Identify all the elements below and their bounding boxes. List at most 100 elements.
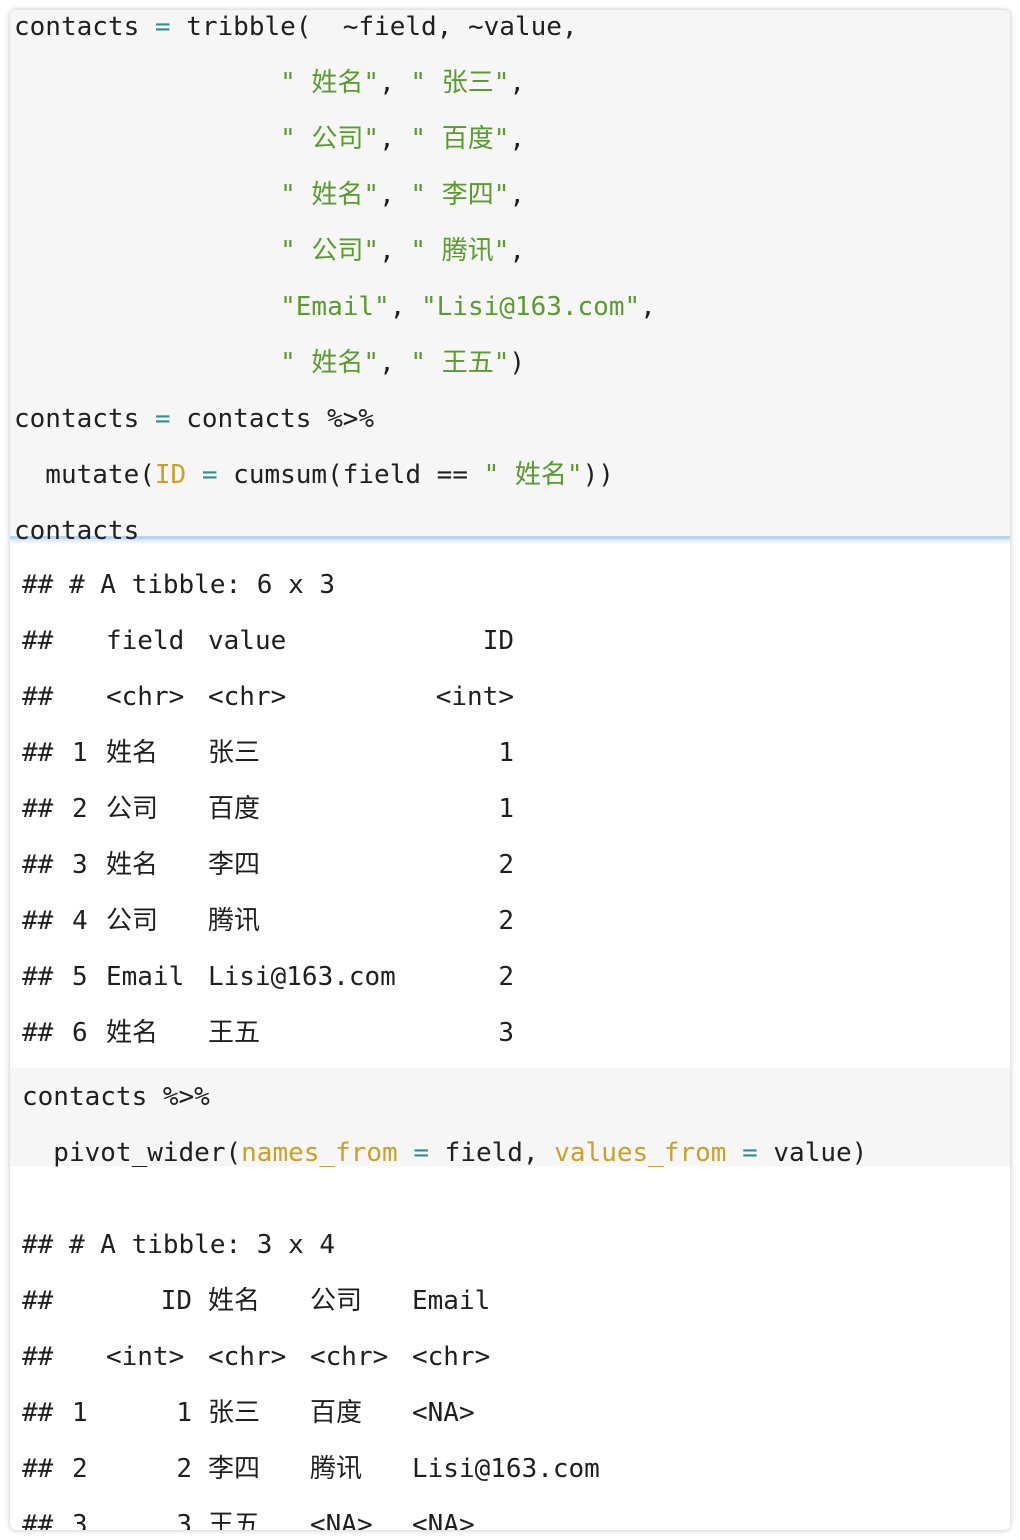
- output-type-row: ## <int> <chr> <chr> <chr>: [10, 1340, 1010, 1374]
- code-token: ,: [379, 68, 411, 98]
- cell-company: 百度: [310, 1398, 363, 1428]
- column-type-name: <chr>: [208, 1342, 287, 1372]
- column-header-id: ID: [160, 1286, 192, 1316]
- row-number: 3: [72, 1510, 88, 1530]
- table-row: ## 2 2 李四 腾讯 Lisi@163.com: [10, 1452, 1010, 1486]
- table-row: ## 6 姓名 王五 3: [10, 1016, 1010, 1050]
- column-header-name: 姓名: [208, 1286, 261, 1316]
- code-token: "Email": [280, 292, 390, 322]
- code-line: mutate(ID = cumsum(field == " 姓名")): [14, 460, 614, 490]
- code-token: contacts: [14, 516, 140, 546]
- code-token: values_from: [554, 1138, 727, 1168]
- code-line: " 姓名", " 王五"): [14, 348, 525, 378]
- code-token: ): [509, 348, 526, 378]
- code-line: " 姓名", " 张三",: [14, 68, 525, 98]
- code-token: " 张三": [410, 68, 510, 98]
- output-prefix: ##: [22, 738, 54, 768]
- cell-id: 2: [498, 906, 514, 936]
- output-header-row: ## field value ID: [10, 624, 1010, 658]
- table-row: ## 1 1 张三 百度 <NA>: [10, 1396, 1010, 1430]
- cell-email: <NA>: [412, 1510, 475, 1530]
- code-line: contacts: [14, 516, 139, 546]
- cell-value: 李四: [208, 850, 261, 880]
- output-title: ## # A tibble: 3 x 4: [22, 1230, 336, 1260]
- code-line: contacts %>%: [22, 1082, 210, 1112]
- table-row: ## 5 Email Lisi@163.com 2: [10, 960, 1010, 994]
- code-line: " 姓名", " 李四",: [14, 180, 525, 210]
- code-line: " 公司", " 百度",: [14, 124, 525, 154]
- output-prefix: ##: [22, 962, 54, 992]
- table-row: ## 4 公司 腾讯 2: [10, 904, 1010, 938]
- code-token: " 姓名": [483, 460, 583, 490]
- row-number: 6: [72, 1018, 88, 1048]
- row-number: 2: [72, 1454, 88, 1484]
- row-number: 1: [72, 1398, 88, 1428]
- cell-field: Email: [106, 962, 185, 992]
- cell-id: 2: [498, 850, 514, 880]
- cell-id: 3: [498, 1018, 514, 1048]
- code-token: mutate(: [14, 460, 155, 490]
- column-header-id: ID: [482, 626, 514, 656]
- cell-company: 腾讯: [310, 1454, 363, 1484]
- cell-name: 王五: [208, 1510, 261, 1530]
- cell-field: 公司: [106, 906, 159, 936]
- cell-company: <NA>: [310, 1510, 373, 1530]
- code-token: contacts %>%: [22, 1082, 210, 1112]
- code-token: contacts: [14, 12, 155, 42]
- document-page: contacts = tribble( ~field, ~value, " 姓名…: [10, 10, 1010, 1530]
- code-token: names_from: [241, 1138, 398, 1168]
- code-block-pivot-wider: contacts %>% pivot_wider(names_from = fi…: [10, 1068, 1010, 1168]
- code-token: " 姓名": [280, 68, 380, 98]
- cell-email: Lisi@163.com: [412, 1454, 600, 1484]
- code-token: ,: [509, 180, 526, 210]
- cell-value: 腾讯: [208, 906, 261, 936]
- output-title: ## # A tibble: 6 x 3: [22, 570, 336, 600]
- code-token: " 李四": [410, 180, 510, 210]
- code-token: ,: [379, 236, 411, 266]
- code-token: ,: [509, 124, 526, 154]
- cell-id: 1: [176, 1398, 192, 1428]
- code-token: contacts: [14, 404, 155, 434]
- row-number: 2: [72, 794, 88, 824]
- code-token: " 公司": [280, 236, 380, 266]
- code-token: =: [201, 460, 218, 490]
- cell-id: 1: [498, 738, 514, 768]
- code-token: ,: [379, 124, 411, 154]
- code-token: ,: [379, 180, 411, 210]
- cell-field: 姓名: [106, 850, 159, 880]
- cell-email: <NA>: [412, 1398, 475, 1428]
- code-token: ,: [640, 292, 656, 322]
- code-line: " 公司", " 腾讯",: [14, 236, 525, 266]
- column-header-company: 公司: [310, 1286, 363, 1316]
- column-type-email: <chr>: [412, 1342, 491, 1372]
- cell-name: 李四: [208, 1454, 261, 1484]
- code-token: " 姓名": [280, 348, 380, 378]
- code-block-tribble: contacts = tribble( ~field, ~value, " 姓名…: [10, 10, 1010, 546]
- output-prefix: ##: [22, 682, 54, 712]
- column-header-field: field: [106, 626, 185, 656]
- code-token: =: [154, 404, 171, 434]
- output-prefix: ##: [22, 794, 54, 824]
- column-type-value: <chr>: [208, 682, 287, 712]
- cell-value: 王五: [208, 1018, 261, 1048]
- output-prefix: ##: [22, 1454, 54, 1484]
- code-token: cumsum(field ==: [217, 460, 484, 490]
- code-token: ,: [389, 292, 421, 322]
- code-token: "Lisi@163.com": [421, 292, 641, 322]
- code-token: pivot_wider(: [22, 1138, 242, 1168]
- code-token: " 王五": [410, 348, 510, 378]
- column-type-id: <int>: [435, 682, 514, 712]
- cell-value: 百度: [208, 794, 261, 824]
- output-prefix: ##: [22, 1018, 54, 1048]
- cell-id: 3: [176, 1510, 192, 1530]
- cell-id: 2: [176, 1454, 192, 1484]
- output-type-row: ## <chr> <chr> <int>: [10, 680, 1010, 714]
- cell-value: 张三: [208, 738, 261, 768]
- column-type-company: <chr>: [310, 1342, 389, 1372]
- output-prefix: ##: [22, 850, 54, 880]
